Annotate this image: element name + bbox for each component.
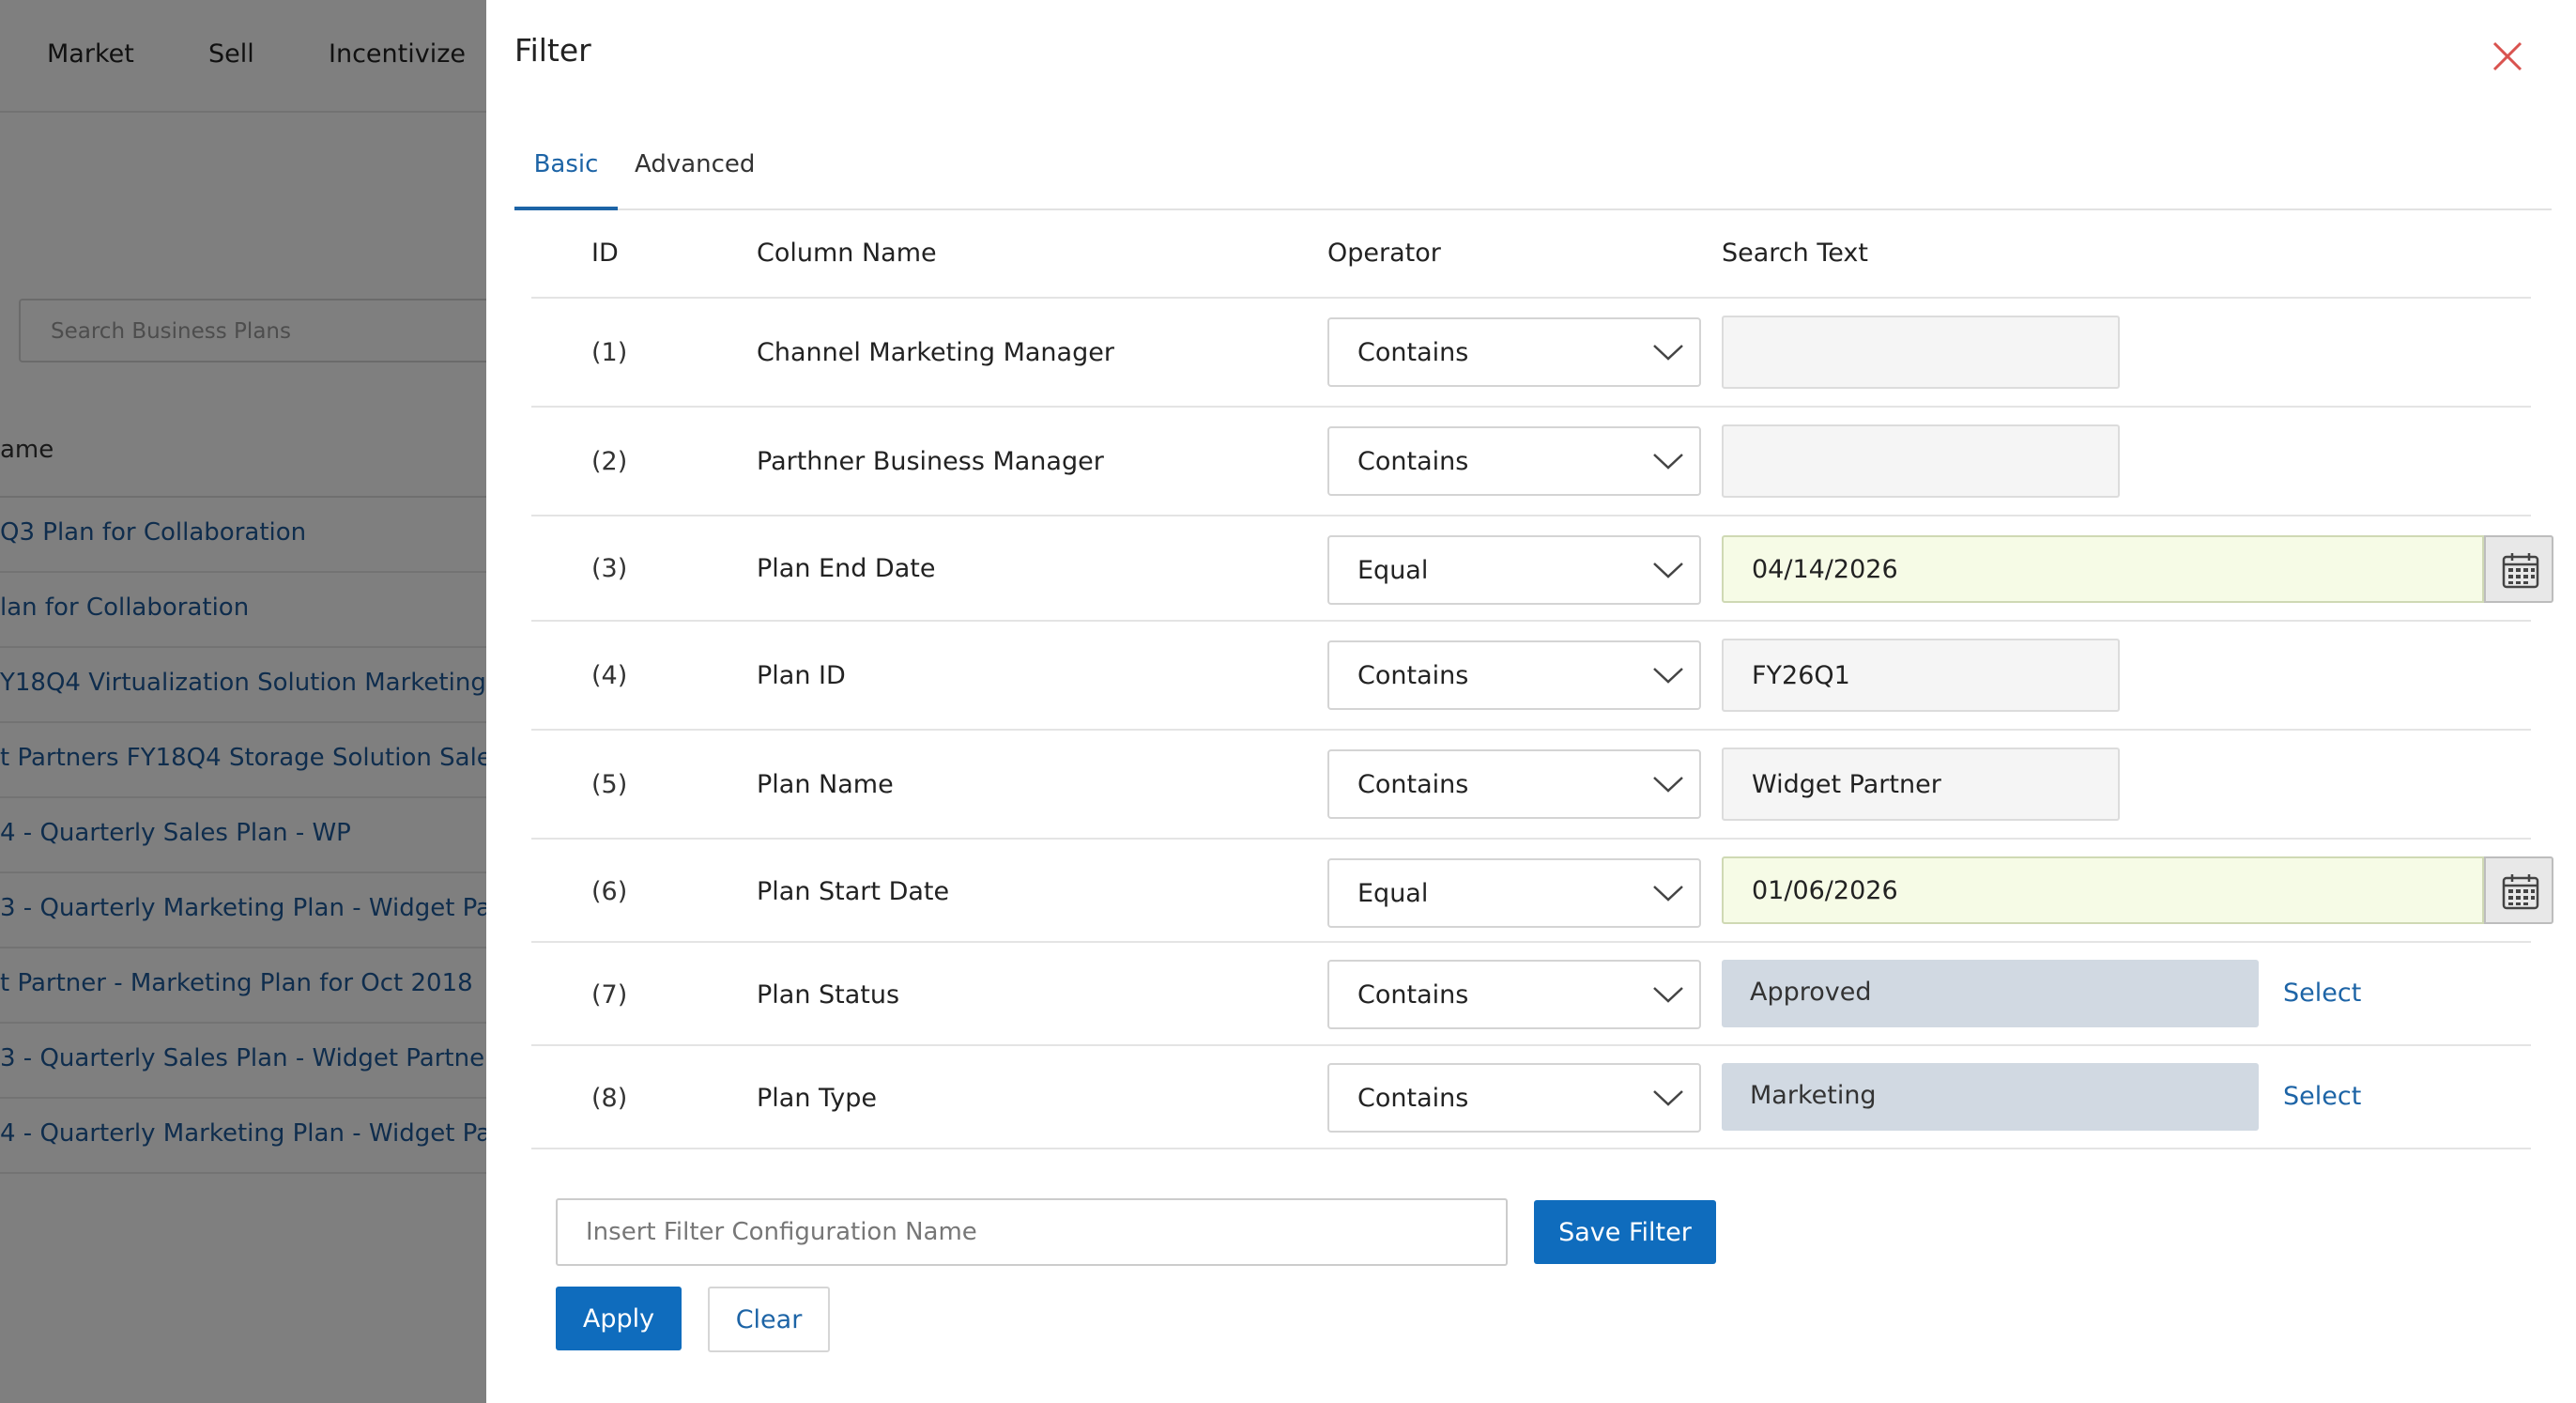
- filter-row: (8) Plan Type Contains Marketing Select: [531, 1046, 2531, 1149]
- filter-row: (7) Plan Status Contains Approved Select: [531, 943, 2531, 1046]
- chevron-down-icon: [1653, 454, 1683, 470]
- filter-panel: Filter Basic Advanced ID Column Name Ope…: [486, 0, 2576, 1403]
- chevron-down-icon: [1653, 886, 1683, 902]
- plan-start-date-input[interactable]: 01/06/2026: [1722, 856, 2484, 924]
- row-id: (7): [591, 980, 628, 1010]
- row-column-name: Parthner Business Manager: [757, 447, 1104, 476]
- row-id: (2): [591, 447, 628, 476]
- save-filter-button[interactable]: Save Filter: [1534, 1200, 1716, 1264]
- date-value: 04/14/2026: [1752, 555, 1898, 584]
- filter-row: (5) Plan Name Contains Widget Partner: [531, 731, 2531, 840]
- operator-select[interactable]: Contains: [1327, 960, 1701, 1029]
- chevron-down-icon: [1653, 563, 1683, 578]
- calendar-icon[interactable]: [2484, 535, 2553, 603]
- operator-value: Contains: [1357, 770, 1469, 799]
- row-column-name: Plan Start Date: [757, 877, 950, 906]
- filter-row: (6) Plan Start Date Equal 01/06/2026: [531, 840, 2553, 943]
- chevron-down-icon: [1653, 1090, 1683, 1106]
- operator-value: Equal: [1357, 556, 1429, 585]
- operator-select[interactable]: Equal: [1327, 535, 1701, 605]
- row-column-name: Plan End Date: [757, 554, 936, 583]
- panel-title: Filter: [514, 32, 591, 69]
- operator-select[interactable]: Contains: [1327, 1063, 1701, 1133]
- operator-value: Contains: [1357, 1084, 1469, 1113]
- header-search-text: Search Text: [1722, 239, 1868, 268]
- operator-value: Contains: [1357, 661, 1469, 690]
- header-operator: Operator: [1327, 239, 1441, 268]
- picker-value: Marketing: [1750, 1081, 1877, 1110]
- filter-table-header: ID Column Name Operator Search Text: [531, 208, 2531, 299]
- filter-tabs: Basic Advanced: [514, 131, 2552, 210]
- row-id: (8): [591, 1084, 628, 1113]
- date-value: 01/06/2026: [1752, 876, 1898, 905]
- operator-select[interactable]: Contains: [1327, 749, 1701, 819]
- apply-button[interactable]: Apply: [556, 1287, 682, 1350]
- chevron-down-icon: [1653, 987, 1683, 1003]
- operator-value: Contains: [1357, 338, 1469, 367]
- header-id: ID: [591, 239, 619, 268]
- plan-type-value-field: Marketing: [1722, 1063, 2259, 1131]
- operator-value: Contains: [1357, 980, 1469, 1010]
- row-id: (3): [591, 554, 628, 583]
- header-column-name: Column Name: [757, 239, 937, 268]
- row-id: (1): [591, 338, 628, 367]
- row-id: (5): [591, 770, 628, 799]
- calendar-icon[interactable]: [2484, 856, 2553, 924]
- select-plan-status-link[interactable]: Select: [2283, 979, 2361, 1008]
- search-text-input[interactable]: [1722, 316, 2120, 389]
- search-text-input[interactable]: FY26Q1: [1722, 639, 2120, 712]
- chevron-down-icon: [1653, 777, 1683, 793]
- row-column-name: Plan Status: [757, 980, 900, 1010]
- operator-select[interactable]: Contains: [1327, 317, 1701, 387]
- select-plan-type-link[interactable]: Select: [2283, 1082, 2361, 1111]
- clear-button[interactable]: Clear: [708, 1287, 830, 1352]
- row-column-name: Plan Type: [757, 1084, 878, 1113]
- chevron-down-icon: [1653, 345, 1683, 361]
- tab-basic[interactable]: Basic: [514, 150, 618, 210]
- row-id: (6): [591, 877, 628, 906]
- operator-value: Equal: [1357, 879, 1429, 908]
- search-text-value: Widget Partner: [1752, 770, 1941, 799]
- search-text-input[interactable]: [1722, 424, 2120, 498]
- search-text-value: FY26Q1: [1752, 661, 1850, 690]
- chevron-down-icon: [1653, 668, 1683, 684]
- row-column-name: Channel Marketing Manager: [757, 338, 1114, 367]
- operator-value: Contains: [1357, 447, 1469, 476]
- row-column-name: Plan Name: [757, 770, 894, 799]
- row-id: (4): [591, 661, 628, 690]
- operator-select[interactable]: Contains: [1327, 426, 1701, 496]
- close-icon[interactable]: [2489, 38, 2526, 75]
- filter-row: (3) Plan End Date Equal 04/14/2026: [531, 516, 2553, 622]
- filter-row: (4) Plan ID Contains FY26Q1: [531, 622, 2531, 731]
- plan-status-value-field: Approved: [1722, 960, 2259, 1027]
- row-column-name: Plan ID: [757, 661, 846, 690]
- modal-backdrop[interactable]: [0, 0, 488, 1403]
- picker-value: Approved: [1750, 978, 1872, 1007]
- plan-end-date-input[interactable]: 04/14/2026: [1722, 535, 2484, 603]
- filter-row: (2) Parthner Business Manager Contains: [531, 408, 2531, 516]
- operator-select[interactable]: Equal: [1327, 858, 1701, 928]
- filter-row: (1) Channel Marketing Manager Contains: [531, 299, 2531, 408]
- filter-config-name-input[interactable]: [556, 1198, 1508, 1266]
- operator-select[interactable]: Contains: [1327, 640, 1701, 710]
- search-text-input[interactable]: Widget Partner: [1722, 748, 2120, 821]
- tab-advanced[interactable]: Advanced: [635, 150, 755, 207]
